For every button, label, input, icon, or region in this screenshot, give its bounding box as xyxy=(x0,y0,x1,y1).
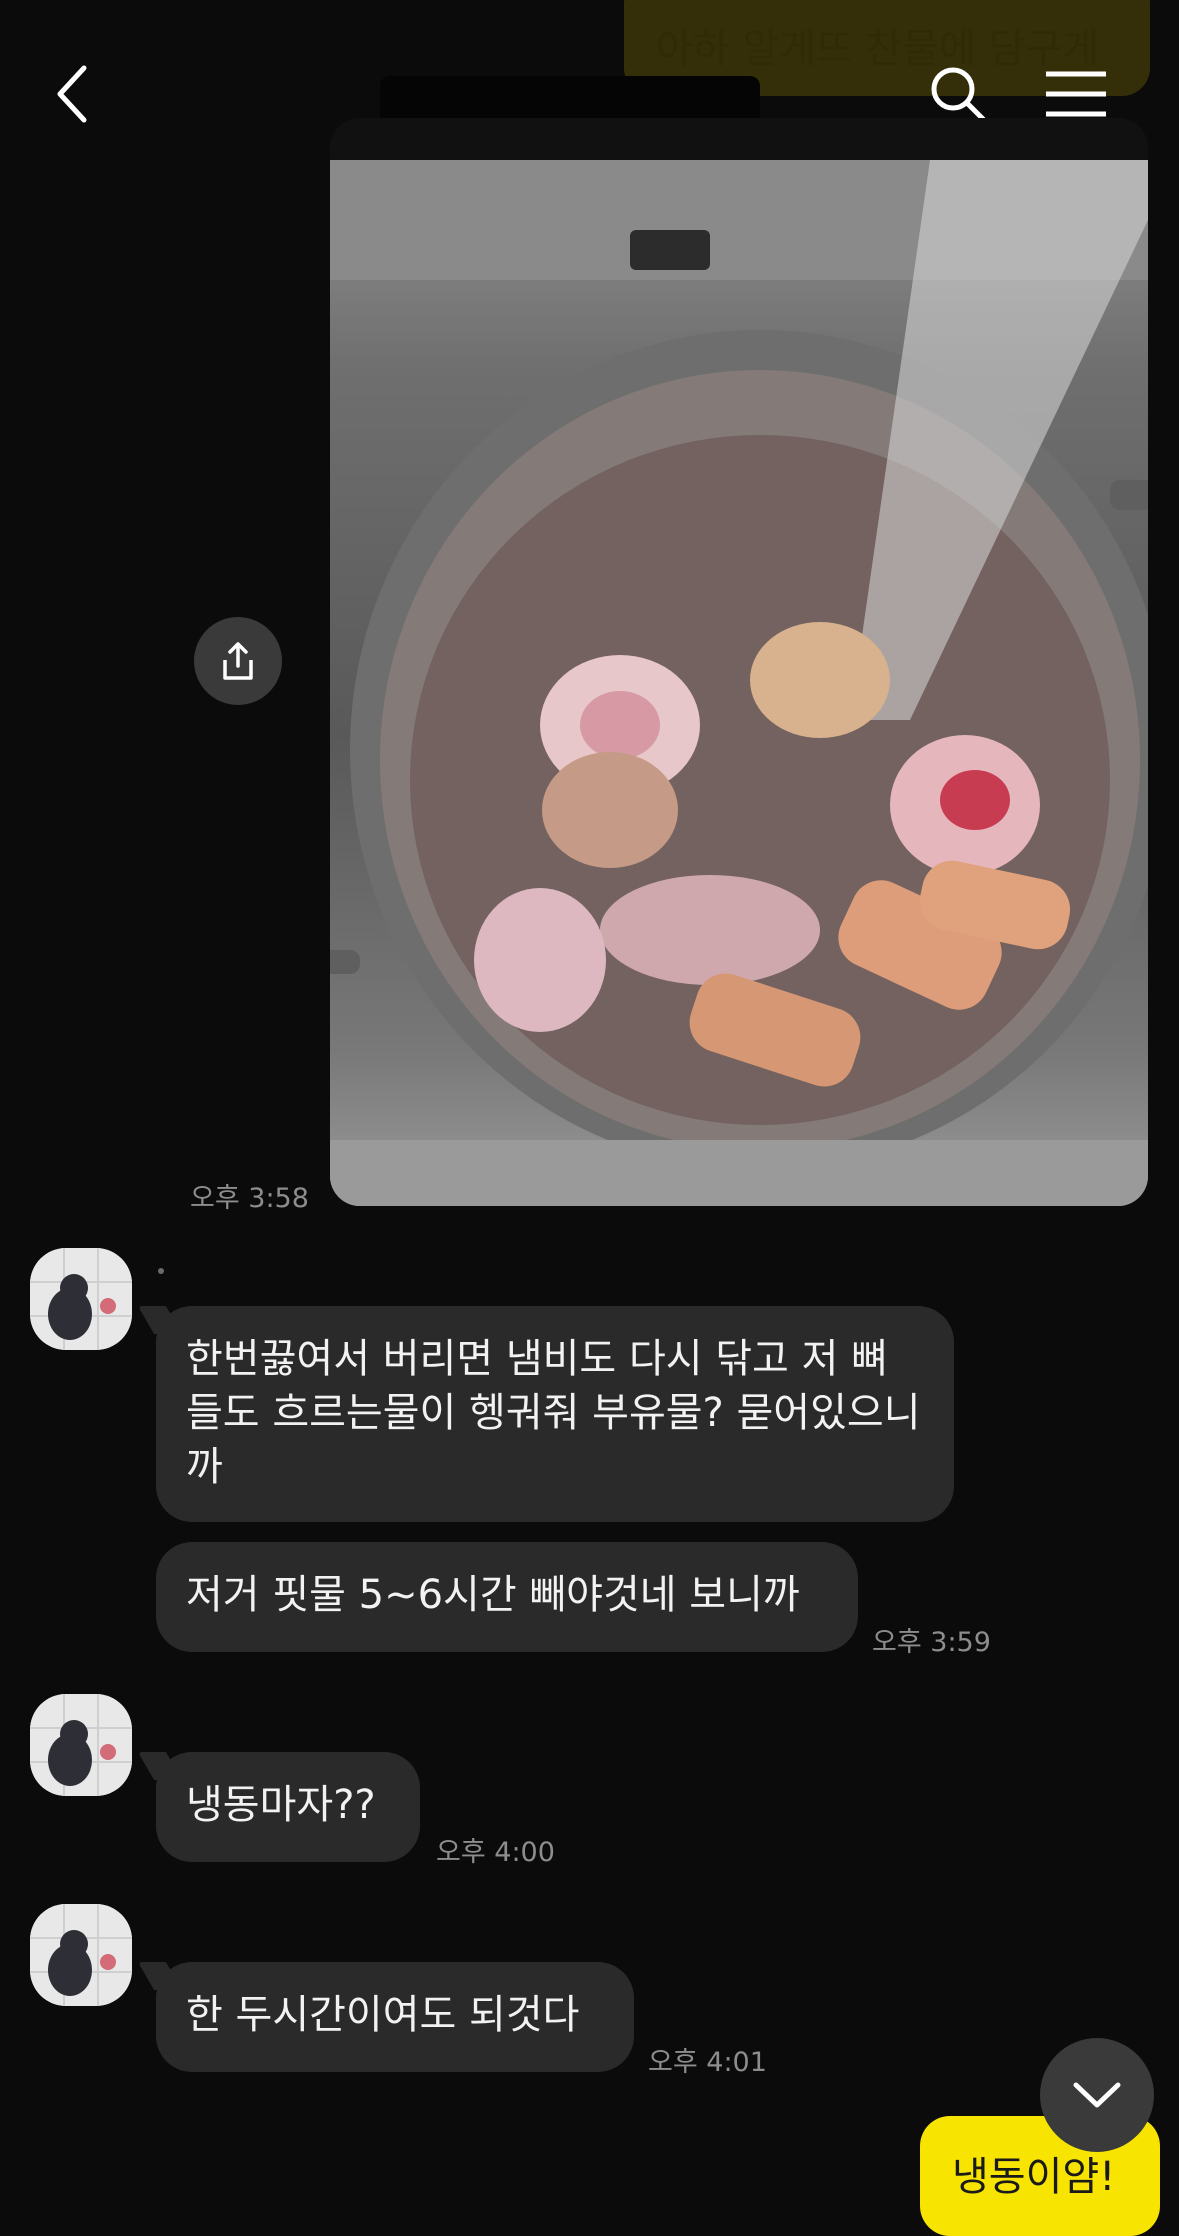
pot-photo-illustration xyxy=(330,160,1148,1206)
message-text: 한 두시간이여도 되것다 xyxy=(186,1992,580,2038)
message-text: 한번끓여서 버리면 냄비도 다시 닦고 저 뼈들도 흐르는물이 헹궈줘 부유물?… xyxy=(186,1336,921,1490)
share-button[interactable] xyxy=(194,617,282,705)
scroll-to-bottom-button[interactable] xyxy=(1040,2038,1154,2152)
avatar[interactable] xyxy=(30,1248,132,1350)
message-text: 저거 핏물 5~6시간 빼야것네 보니까 xyxy=(186,1572,800,1618)
avatar[interactable] xyxy=(30,1904,132,2006)
back-button[interactable] xyxy=(34,54,114,134)
avatar-image xyxy=(30,1694,132,1796)
chevron-left-icon xyxy=(57,65,87,123)
photo-topbar xyxy=(330,118,1148,160)
message-bubble[interactable]: 한 두시간이여도 되것다 xyxy=(156,1962,634,2072)
message-time: 오후 4:00 xyxy=(436,1837,555,1868)
message-time: 오후 4:01 xyxy=(648,2047,767,2078)
message-bubble[interactable]: 냉동마자?? xyxy=(156,1752,420,1862)
chevron-down-icon xyxy=(1073,2082,1121,2108)
avatar-image xyxy=(30,1904,132,2006)
message-text: 냉동마자?? xyxy=(186,1782,376,1828)
avatar[interactable] xyxy=(30,1694,132,1796)
photo-image[interactable] xyxy=(330,160,1148,1206)
share-upload-icon xyxy=(223,642,253,680)
hamburger-menu-icon xyxy=(1046,71,1106,117)
message-time: 오후 3:59 xyxy=(872,1627,991,1658)
photo-message[interactable] xyxy=(330,118,1148,1206)
bottom-partial-bubble-text: 냉동이얌! xyxy=(952,2154,1116,2200)
top-partial-bubble-text: 아하 알게뜨 찬물에 담구게 xyxy=(656,26,1099,72)
message-bubble[interactable]: 한번끓여서 버리면 냄비도 다시 닦고 저 뼈들도 흐르는물이 헹궈줘 부유물?… xyxy=(156,1306,954,1522)
sender-name-placeholder xyxy=(158,1268,164,1274)
message-bubble[interactable]: 저거 핏물 5~6시간 빼야것네 보니까 xyxy=(156,1542,858,1652)
avatar-image xyxy=(30,1248,132,1350)
search-icon xyxy=(931,67,986,122)
photo-message-time: 오후 3:58 xyxy=(190,1183,309,1214)
